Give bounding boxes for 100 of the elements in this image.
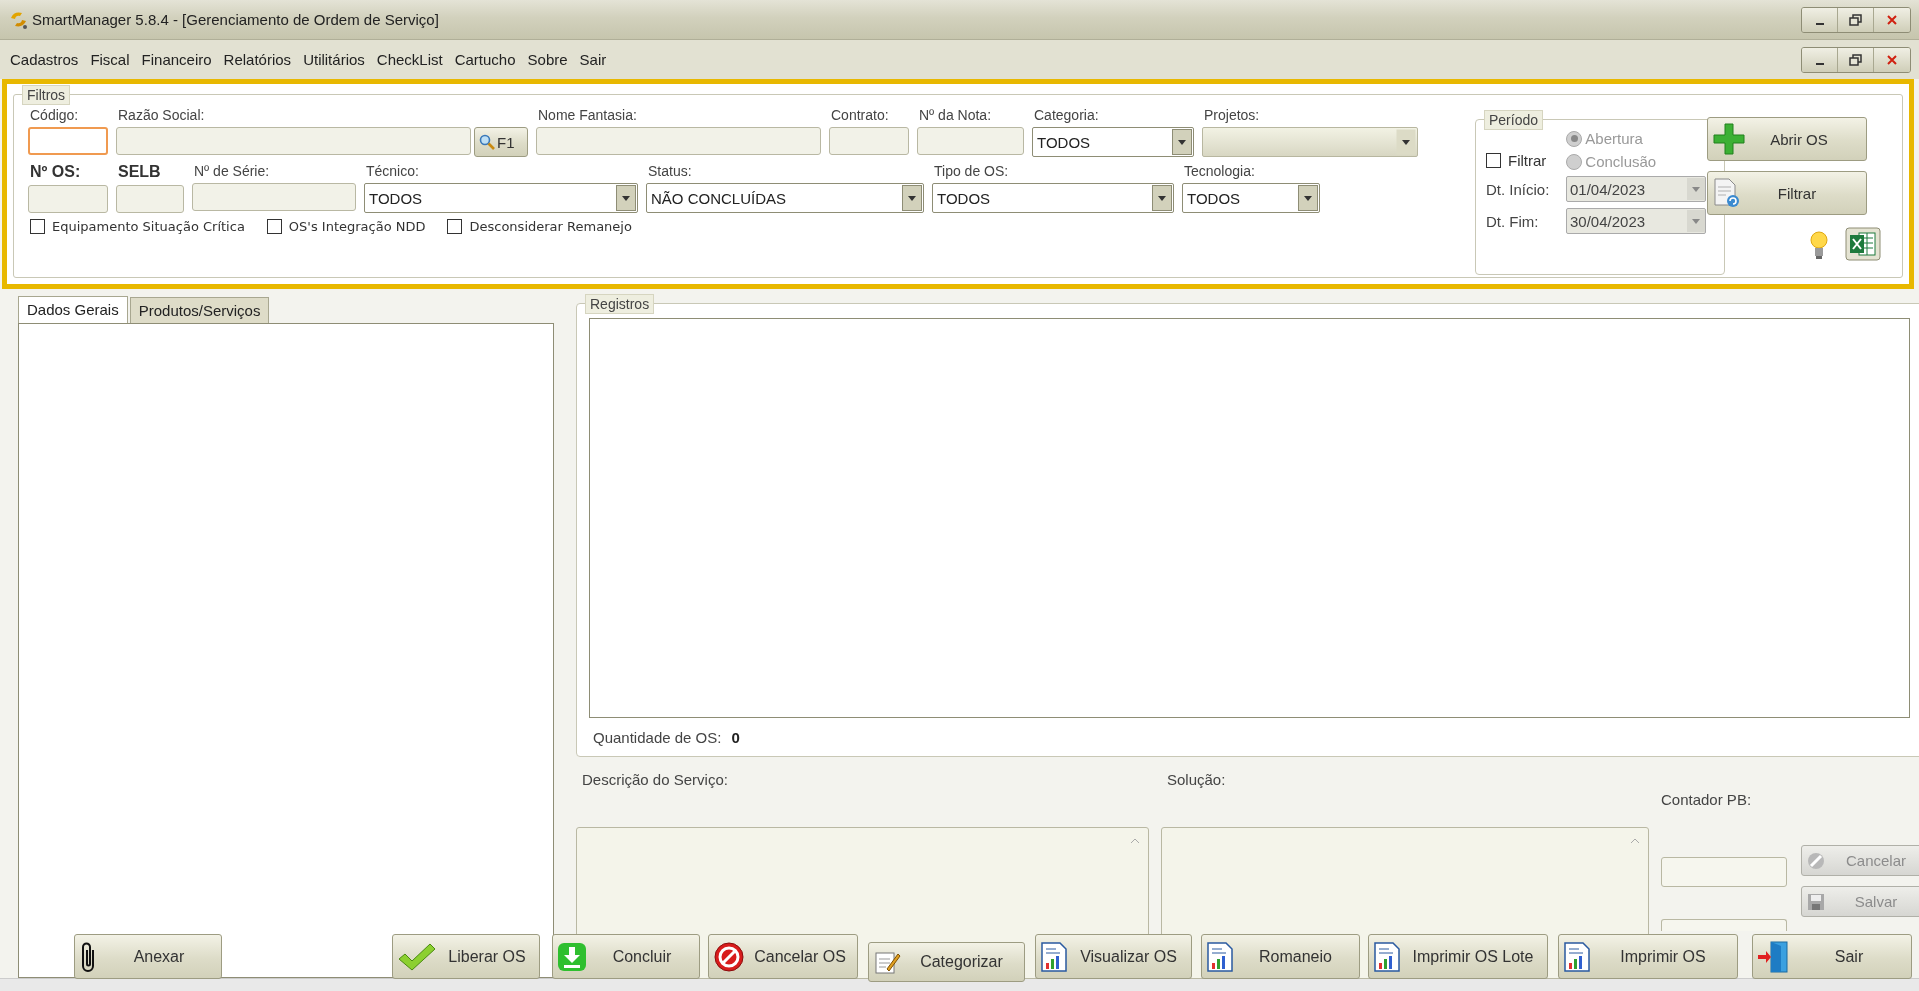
- caret-icon: [1687, 210, 1705, 232]
- scroll-up-icon[interactable]: [1630, 838, 1640, 844]
- toolbar-button[interactable]: Anexar: [74, 934, 222, 979]
- menu-item[interactable]: Cadastros: [4, 51, 85, 68]
- field-label: Tipo de OS:: [933, 163, 1010, 179]
- no-entry-icon: [713, 940, 745, 973]
- checkmark-icon: [397, 941, 437, 972]
- group-title: Período: [1484, 110, 1544, 130]
- notepad-pencil-icon: [873, 949, 901, 975]
- floppy-icon: [1806, 891, 1826, 912]
- field-label: Nº da Nota:: [918, 107, 993, 123]
- checkbox[interactable]: Equipamento Situação Crítica: [30, 219, 245, 234]
- window-title: SmartManager 5.8.4 - [Gerenciamento de Ordem de Serviço]: [32, 11, 439, 28]
- field-label: Razão Social:: [117, 107, 206, 123]
- dropdown[interactable]: NÃO CONCLUÍDAS: [646, 183, 924, 213]
- group-title: Filtros: [22, 85, 71, 105]
- text-field[interactable]: [829, 127, 909, 155]
- text-field[interactable]: [116, 127, 471, 155]
- menu-item[interactable]: Cartucho: [448, 51, 522, 68]
- field-label: Nº de Série:: [193, 163, 271, 179]
- caret-icon: [902, 185, 922, 211]
- text-field[interactable]: [1661, 919, 1787, 931]
- count-label: Quantidade de OS:: [593, 728, 722, 746]
- chart-document-icon: [1206, 940, 1234, 973]
- toolbar-button[interactable]: Visualizar OS: [1035, 934, 1192, 979]
- tab[interactable]: Dados Gerais: [18, 296, 128, 324]
- dropdown[interactable]: TODOS: [1032, 127, 1194, 157]
- field-label: Dt. Fim:: [1486, 212, 1540, 230]
- toolbar-button[interactable]: Categorizar: [868, 942, 1025, 982]
- minimize-button[interactable]: [1802, 47, 1838, 72]
- tab[interactable]: Produtos/Serviços: [129, 297, 270, 323]
- dropdown[interactable]: TODOS: [364, 183, 638, 213]
- menu-item[interactable]: Relatórios: [217, 51, 298, 68]
- group-title: Registros: [585, 294, 655, 314]
- field-label: Nome Fantasia:: [537, 107, 638, 123]
- menu-item[interactable]: Financeiro: [135, 51, 218, 68]
- chart-document-icon: [1373, 940, 1401, 973]
- menu-item[interactable]: CheckList: [370, 51, 449, 68]
- field-label: Projetos:: [1203, 107, 1261, 123]
- menu-item[interactable]: Sobre: [521, 51, 574, 68]
- field-label: Contrato:: [830, 107, 890, 123]
- restore-button[interactable]: [1838, 7, 1874, 32]
- toolbar-button[interactable]: Imprimir OS Lote: [1368, 934, 1548, 979]
- close-button[interactable]: [1874, 7, 1910, 32]
- text-field[interactable]: [116, 185, 184, 213]
- text-field[interactable]: [1661, 857, 1787, 887]
- field-label: Descrição do Serviço:: [581, 771, 729, 790]
- toolbar-button[interactable]: Imprimir OS: [1558, 934, 1738, 979]
- caret-icon: [616, 185, 636, 211]
- toolbar-button[interactable]: Liberar OS: [392, 934, 540, 979]
- close-icon: [1887, 54, 1897, 65]
- field-label: Dt. Início:: [1486, 180, 1551, 198]
- caret-icon: [1172, 129, 1192, 155]
- download-icon: [557, 941, 587, 972]
- text-field[interactable]: [536, 127, 821, 155]
- toolbar-button[interactable]: Romaneio: [1201, 934, 1360, 979]
- restore-icon: [1848, 53, 1863, 66]
- checkbox[interactable]: Desconsiderar Remanejo: [447, 219, 632, 234]
- search-button[interactable]: F1: [474, 127, 528, 157]
- checkbox[interactable]: OS's Integração NDD: [266, 219, 426, 234]
- document-refresh-icon: [1712, 177, 1742, 209]
- dropdown[interactable]: TODOS: [932, 183, 1174, 213]
- menu-item[interactable]: Sair: [573, 51, 613, 68]
- menu-item[interactable]: Utilitários: [297, 51, 371, 68]
- restore-icon: [1848, 13, 1863, 26]
- field-label: Técnico:: [365, 163, 420, 179]
- close-icon: [1887, 14, 1897, 25]
- field-label: Categoria:: [1033, 107, 1100, 123]
- no-entry-icon: [1806, 850, 1826, 871]
- menu-item[interactable]: Fiscal: [84, 51, 136, 68]
- field-label: SELB: [117, 163, 162, 181]
- text-field[interactable]: [28, 185, 108, 213]
- toolbar-button[interactable]: Concluir: [552, 934, 700, 979]
- plus-icon: [1712, 122, 1746, 156]
- text-field[interactable]: [917, 127, 1024, 155]
- action-button[interactable]: Filtrar: [1707, 171, 1867, 215]
- minimize-icon: [1815, 62, 1824, 65]
- toolbar-button[interactable]: Sair: [1752, 934, 1912, 979]
- dropdown[interactable]: TODOS: [1182, 183, 1320, 213]
- text-field[interactable]: [28, 127, 108, 155]
- chart-document-icon: [1040, 940, 1068, 973]
- action-button[interactable]: Abrir OS: [1707, 117, 1867, 161]
- field-label: Solução:: [1166, 771, 1227, 790]
- text-field[interactable]: [192, 183, 356, 211]
- door-exit-icon: [1757, 939, 1789, 974]
- restore-button[interactable]: [1838, 47, 1874, 72]
- minimize-button[interactable]: [1802, 7, 1838, 32]
- field-label: Nº OS:: [29, 163, 82, 181]
- caret-icon: [1152, 185, 1172, 211]
- lightbulb-icon[interactable]: [1809, 229, 1829, 261]
- close-button[interactable]: [1874, 47, 1910, 72]
- field-label: Tecnologia:: [1183, 163, 1256, 179]
- spreadsheet-icon[interactable]: [1845, 227, 1881, 261]
- scroll-up-icon[interactable]: [1130, 838, 1140, 844]
- caret-icon: [1298, 185, 1318, 211]
- count-value: 0: [731, 728, 740, 746]
- toolbar-button[interactable]: Cancelar OS: [708, 934, 858, 979]
- field-label: Código:: [29, 107, 80, 123]
- field-label: Contador PB:: [1661, 791, 1753, 810]
- field-label: Status:: [647, 163, 693, 179]
